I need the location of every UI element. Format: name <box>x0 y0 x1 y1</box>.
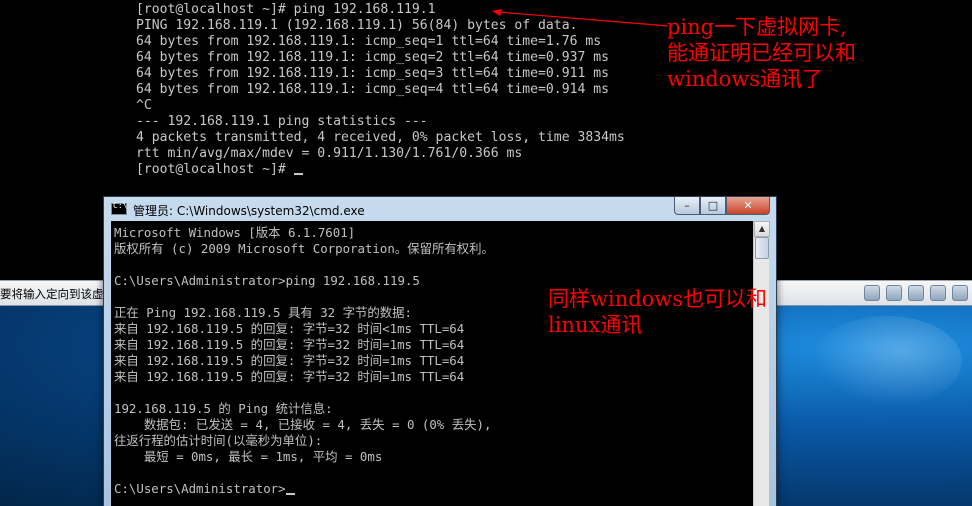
usb-icon[interactable] <box>908 285 924 301</box>
network-icon[interactable] <box>864 285 880 301</box>
window-controls: – □ ✕ <box>674 197 770 215</box>
cdrom-icon[interactable] <box>886 285 902 301</box>
cmd-cursor <box>285 493 295 495</box>
cmd-icon[interactable] <box>111 201 127 215</box>
tray-icons <box>864 285 968 301</box>
display-icon[interactable] <box>952 285 968 301</box>
text-cursor <box>293 173 303 175</box>
annotation-arrow <box>492 9 669 27</box>
cmd-output: Microsoft Windows [版本 6.1.7601] 版权所有 (c)… <box>114 225 494 496</box>
linux-annotation: ping一下虚拟网卡, 能通证明已经可以和 windows通讯了 <box>667 15 856 91</box>
windows-annotation: 同样windows也可以和 linux通讯 <box>548 287 768 337</box>
scroll-up-arrow-icon[interactable]: ▲ <box>754 221 770 237</box>
close-button[interactable]: ✕ <box>726 197 770 215</box>
vertical-scrollbar[interactable]: ▲ <box>753 221 770 506</box>
maximize-button[interactable]: □ <box>700 197 726 215</box>
sound-icon[interactable] <box>930 285 946 301</box>
wallpaper-swirl <box>812 316 962 406</box>
linux-prompt: [root@localhost ~]# <box>136 162 294 177</box>
minimize-button[interactable]: – <box>674 197 700 215</box>
status-message: 要将输入定向到该虚 <box>0 287 104 301</box>
cmd-prompt: C:\Users\Administrator> <box>114 481 286 496</box>
window-title: 管理员: C:\Windows\system32\cmd.exe <box>133 204 365 218</box>
cmd-titlebar[interactable]: 管理员: C:\Windows\system32\cmd.exe – □ ✕ <box>104 197 776 221</box>
cmd-window[interactable]: 管理员: C:\Windows\system32\cmd.exe – □ ✕ M… <box>103 196 777 506</box>
cmd-console[interactable]: Microsoft Windows [版本 6.1.7601] 版权所有 (c)… <box>111 221 755 506</box>
scroll-thumb[interactable] <box>755 237 769 259</box>
